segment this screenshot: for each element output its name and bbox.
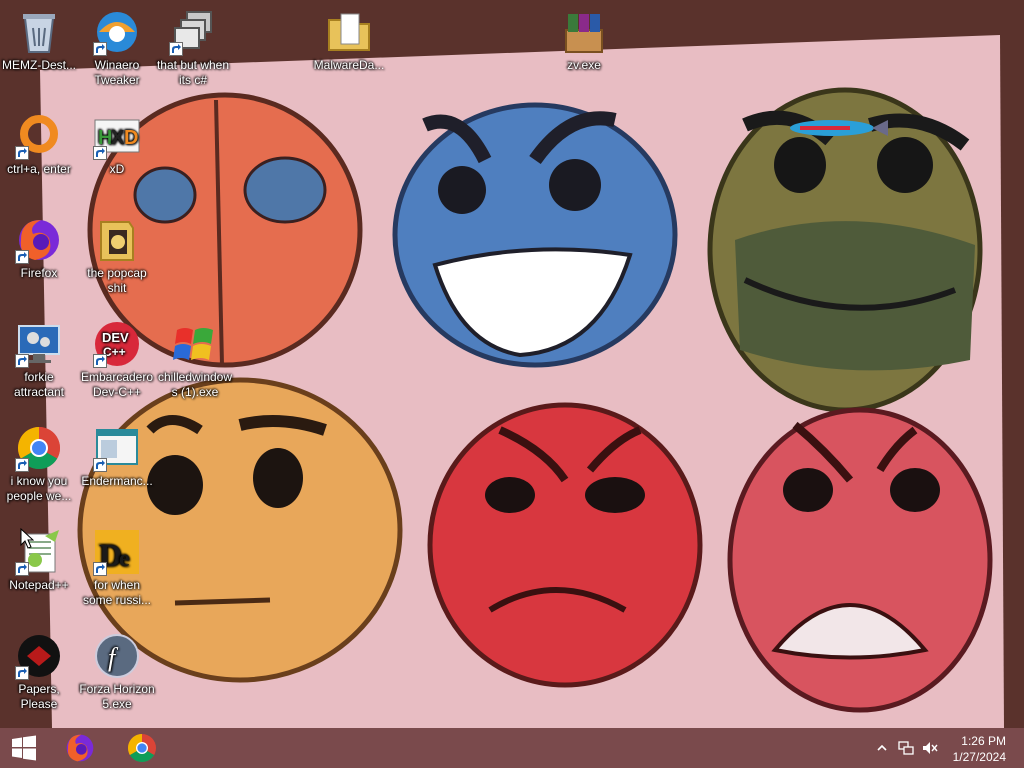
shortcut-arrow-icon xyxy=(15,250,29,264)
desktop-icon-endermanc[interactable]: Endermanc... xyxy=(79,420,155,520)
firefox-icon xyxy=(66,734,94,762)
desktop-icon-firefox[interactable]: Firefox xyxy=(1,212,77,312)
desktop-icon-label: Embarcadero Dev-C++ xyxy=(80,370,154,399)
desktop-icon-de[interactable]: De for when some russi... xyxy=(79,524,155,624)
desktop-icon-label: forkie attractant xyxy=(13,370,65,399)
shortcut-arrow-icon xyxy=(169,42,183,56)
desktop-icon-label: Firefox xyxy=(20,266,58,280)
desktop-icon-chilledwindows[interactable]: chilledwindows (1).exe xyxy=(157,316,233,416)
network-icon[interactable] xyxy=(898,740,914,756)
svg-text:DEV: DEV xyxy=(102,330,129,345)
shortcut-arrow-icon xyxy=(93,42,107,56)
desktop-icon-forkie[interactable]: forkie attractant xyxy=(1,316,77,416)
desktop-icon-xd[interactable]: HXD xD xyxy=(79,108,155,208)
desktop-icon-label: ctrl+a, enter xyxy=(7,162,71,176)
recycle-bin-icon xyxy=(15,8,63,56)
svg-text:D: D xyxy=(124,127,138,149)
desktop-icon-label: xD xyxy=(109,162,125,176)
papers-please-icon xyxy=(15,632,63,680)
desktop-icon-label: chilledwindows (1).exe xyxy=(157,370,233,399)
flash-icon: f xyxy=(93,632,141,680)
desktop-icon-winaero[interactable]: Winaero Tweaker xyxy=(79,4,155,104)
desktop-icon-label: Forza Horizon 5.exe xyxy=(79,682,155,711)
winrar-box-icon xyxy=(560,8,608,56)
blue-grin-face xyxy=(392,102,678,368)
desktop-icon-popcap[interactable]: the popcap shit xyxy=(79,212,155,312)
firefox-icon xyxy=(15,216,63,264)
desktop-icon-label: MEMZ-Dest... xyxy=(2,58,76,72)
mouse-cursor-icon xyxy=(20,528,34,549)
hxd-icon: HXD xyxy=(93,112,141,160)
desktop-icon-devcpp[interactable]: DEV C++ Embarcadero Dev-C++ xyxy=(79,316,155,416)
svg-text:e: e xyxy=(119,546,130,572)
chrome-icon xyxy=(15,424,63,472)
monitor-gear-icon xyxy=(15,320,63,368)
clock-time[interactable]: 1:26 PM xyxy=(936,734,1006,748)
desktop-icon-memz[interactable]: MEMZ-Dest... xyxy=(1,4,77,104)
shortcut-arrow-icon xyxy=(15,458,29,472)
window-app-icon xyxy=(93,424,141,472)
start-button[interactable] xyxy=(0,728,48,768)
orange-ring-icon xyxy=(15,112,63,160)
devcpp-icon: DEV C++ xyxy=(93,320,141,368)
shortcut-arrow-icon xyxy=(93,458,107,472)
desktop-icon-ctrl-a[interactable]: ctrl+a, enter xyxy=(1,108,77,208)
shortcut-arrow-icon xyxy=(15,146,29,160)
windows-xp-flag-icon xyxy=(171,320,219,368)
desktop-icon-label: Papers, Please xyxy=(18,682,60,711)
desktop-icon-papers-please[interactable]: Papers, Please xyxy=(1,628,77,728)
shortcut-arrow-icon xyxy=(93,562,107,576)
shortcut-arrow-icon xyxy=(93,354,107,368)
desktop-icon-notepadpp[interactable]: Notepad++ xyxy=(1,524,77,624)
chrome-icon xyxy=(127,734,156,763)
taskbar: 1:26 PM 1/27/2024 xyxy=(0,728,1024,768)
desktop-icon-malwareda[interactable]: MalwareDa... xyxy=(311,4,387,104)
desktop-icon-that-but-when[interactable]: that but when its c# xyxy=(155,4,231,104)
shortcut-arrow-icon xyxy=(15,562,29,576)
shortcut-arrow-icon xyxy=(93,146,107,160)
taskbar-firefox-button[interactable] xyxy=(56,728,104,768)
winaero-icon xyxy=(93,8,141,56)
de-icon: De xyxy=(93,528,141,576)
pink-sad-face xyxy=(727,407,993,713)
chevron-up-icon[interactable] xyxy=(874,740,890,756)
popcap-icon xyxy=(93,216,141,264)
red-angry-face xyxy=(427,402,703,688)
stacked-windows-icon xyxy=(169,8,217,56)
desktop-icon-label: for when some russi... xyxy=(82,578,151,607)
olive-masked-face xyxy=(707,87,983,413)
windows-start-icon xyxy=(12,735,36,761)
svg-text:X: X xyxy=(111,127,125,149)
desktop-icon-label: Notepad++ xyxy=(9,578,69,592)
desktop-icon-label: Winaero Tweaker xyxy=(94,58,140,87)
clock-date[interactable]: 1/27/2024 xyxy=(936,750,1006,764)
desktop-icon-label: i know you people we... xyxy=(6,474,72,503)
taskbar-chrome-button[interactable] xyxy=(118,728,166,768)
shortcut-arrow-icon xyxy=(15,666,29,680)
desktop-icon-label: the popcap shit xyxy=(87,266,147,295)
desktop-icon-label: that but when its c# xyxy=(156,58,230,87)
desktop-icon-label: Endermanc... xyxy=(81,474,153,488)
shortcut-arrow-icon xyxy=(15,354,29,368)
desktop-icon-zv[interactable]: zv.exe xyxy=(546,4,622,104)
folder-icon xyxy=(325,8,373,56)
desktop-icon-chrome[interactable]: i know you people we... xyxy=(1,420,77,520)
desktop-icon-label: zv.exe xyxy=(567,58,601,72)
desktop-icon-forza[interactable]: f Forza Horizon 5.exe xyxy=(79,628,155,728)
desktop-icon-label: MalwareDa... xyxy=(313,58,385,72)
